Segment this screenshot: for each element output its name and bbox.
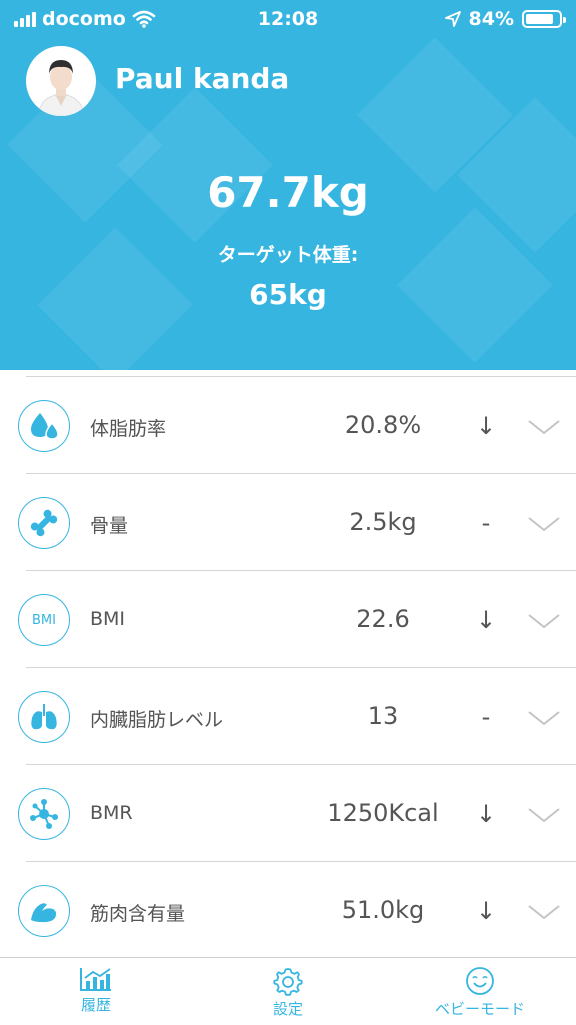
metric-label: 骨量 xyxy=(90,515,129,537)
avatar[interactable] xyxy=(26,46,96,116)
metric-value: 1250Kcal xyxy=(327,799,439,827)
metric-label: 内臓脂肪レベル xyxy=(90,709,224,731)
metric-row-bone-mass[interactable]: 骨量 2.5kg - xyxy=(0,473,576,570)
trend-indicator: - xyxy=(481,703,491,731)
chevron-down-icon[interactable] xyxy=(526,610,562,632)
chevron-down-icon[interactable] xyxy=(526,416,562,438)
tab-history[interactable]: 履歴 xyxy=(0,958,192,1025)
smiley-icon xyxy=(466,967,494,995)
metric-row-bmr[interactable]: BMR 1250Kcal ↓ xyxy=(0,764,576,861)
trend-indicator: ↓ xyxy=(475,412,497,440)
metric-value: 20.8% xyxy=(344,411,422,439)
target-weight-value: 65kg xyxy=(249,278,327,311)
battery-percent: 84% xyxy=(468,8,514,30)
metric-label: BMI xyxy=(90,608,126,630)
row-divider xyxy=(26,570,576,571)
tab-bar: 履歴 設定 ベビーモード xyxy=(0,957,576,1025)
row-divider xyxy=(26,764,576,765)
water-drops-icon xyxy=(18,400,70,452)
trend-indicator: - xyxy=(481,509,491,537)
lungs-icon xyxy=(18,691,70,743)
tab-label: ベビーモード xyxy=(434,1000,525,1018)
row-divider xyxy=(26,861,576,862)
current-weight: 67.7kg xyxy=(207,168,369,217)
metric-value: 13 xyxy=(367,702,399,730)
bone-icon xyxy=(18,497,70,549)
row-divider xyxy=(26,667,576,668)
metric-label: BMR xyxy=(90,802,133,824)
row-divider xyxy=(26,376,576,377)
metric-value: 22.6 xyxy=(356,605,410,633)
gear-icon xyxy=(273,968,303,996)
profile-header: docomo 12:08 84% Paul kanda 67.7kg ターゲット… xyxy=(0,0,576,370)
tab-baby-mode[interactable]: ベビーモード xyxy=(384,958,576,1025)
metric-row-visceral-fat[interactable]: 内臓脂肪レベル 13 - xyxy=(0,667,576,764)
metric-row-body-fat[interactable]: 体脂肪率 20.8% ↓ xyxy=(0,376,576,473)
metric-label: 筋肉含有量 xyxy=(90,903,186,925)
row-divider xyxy=(26,473,576,474)
battery-icon xyxy=(522,10,566,28)
status-bar: docomo 12:08 84% xyxy=(0,0,576,38)
metric-value: 51.0kg xyxy=(341,896,425,924)
user-name: Paul kanda xyxy=(115,62,290,95)
chevron-down-icon[interactable] xyxy=(526,707,562,729)
trend-indicator: ↓ xyxy=(475,800,497,828)
chart-icon xyxy=(80,968,111,991)
chevron-down-icon[interactable] xyxy=(526,804,562,826)
metric-row-bmi[interactable]: BMI BMI 22.6 ↓ xyxy=(0,570,576,667)
muscle-arm-icon xyxy=(18,885,70,937)
metric-row-muscle-mass[interactable]: 筋肉含有量 51.0kg ↓ xyxy=(0,861,576,958)
chevron-down-icon[interactable] xyxy=(526,513,562,535)
molecule-icon xyxy=(18,788,70,840)
chevron-down-icon[interactable] xyxy=(526,901,562,923)
background-pattern xyxy=(117,87,273,243)
tab-label: 設定 xyxy=(272,1000,303,1018)
metric-value: 2.5kg xyxy=(349,508,417,536)
bmi-icon: BMI xyxy=(18,594,70,646)
trend-indicator: ↓ xyxy=(475,897,497,925)
tab-settings[interactable]: 設定 xyxy=(192,958,384,1025)
location-arrow-icon xyxy=(444,11,461,27)
target-weight-label: ターゲット体重: xyxy=(217,244,359,266)
metric-label: 体脂肪率 xyxy=(90,418,167,440)
trend-indicator: ↓ xyxy=(475,606,497,634)
tab-label: 履歴 xyxy=(80,996,111,1014)
